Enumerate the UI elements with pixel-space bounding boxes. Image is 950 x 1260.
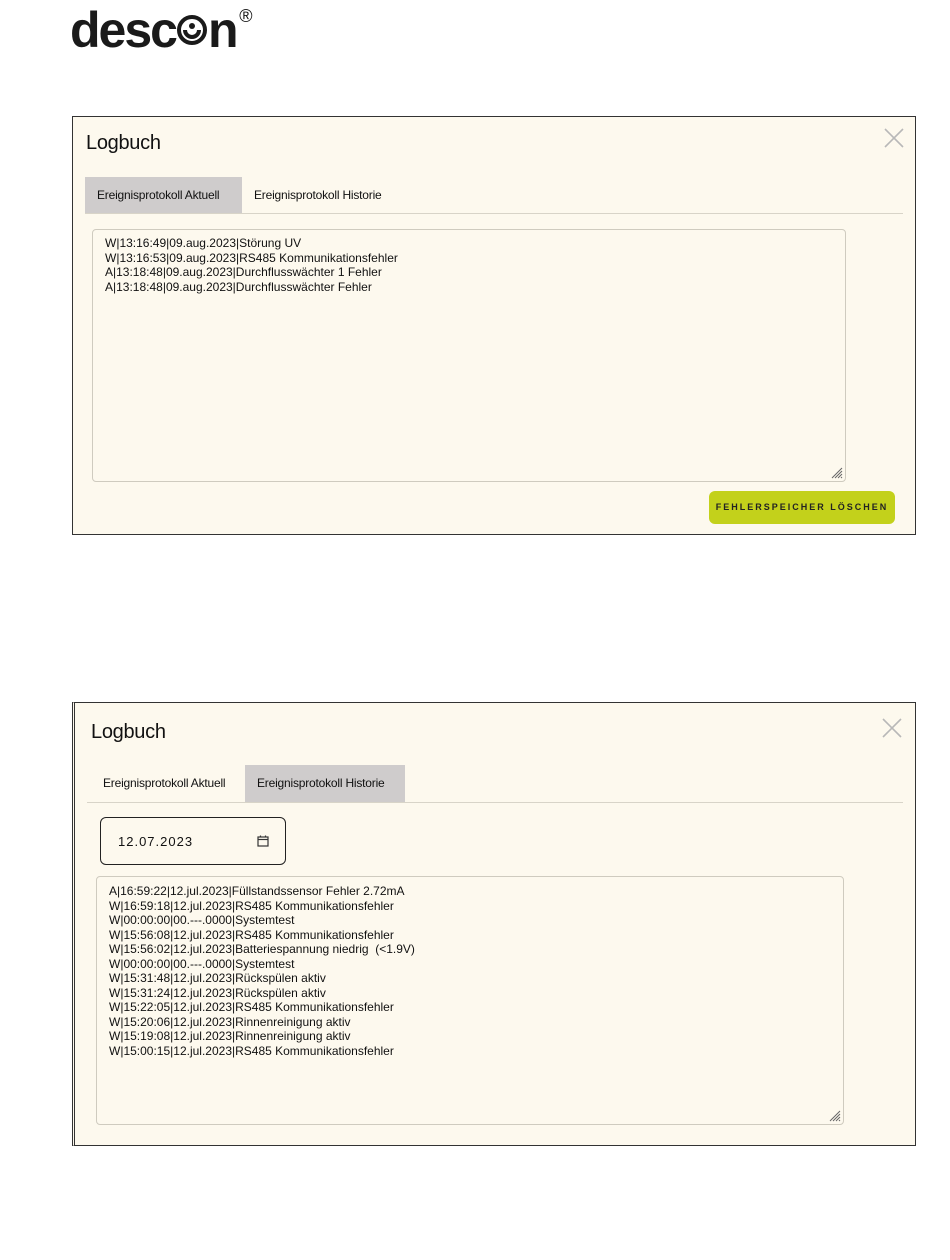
log-line: W|00:00:00|00.---.0000|Systemtest [109, 956, 295, 971]
date-picker-input[interactable]: 12.07.2023 [100, 817, 286, 865]
log-line: W|16:59:18|12.jul.2023|RS485 Kommunikati… [109, 898, 394, 913]
close-icon[interactable] [883, 127, 905, 149]
descon-logo: desc n ® [70, 2, 253, 58]
tab-history-log[interactable]: Ereignisprotokoll Historie [242, 177, 402, 213]
log-line: W|15:31:24|12.jul.2023|Rückspülen aktiv [109, 985, 326, 1000]
tab-bar: Ereignisprotokoll Aktuell Ereignisprotok… [87, 765, 903, 803]
log-line: A|13:18:48|09.aug.2023|Durchflusswächter… [105, 279, 372, 294]
log-line: W|15:19:08|12.jul.2023|Rinnenreinigung a… [109, 1029, 351, 1043]
logbook-dialog-current: Logbuch Ereignisprotokoll Aktuell Ereign… [72, 116, 916, 535]
dialog-title: Logbuch [91, 721, 166, 743]
dialog-title: Logbuch [86, 132, 161, 154]
logo-o-symbol [176, 14, 207, 45]
log-textarea[interactable]: A|16:59:22|12.jul.2023|Füllstandssensor … [96, 876, 844, 1125]
log-line: A|13:18:48|09.aug.2023|Durchflusswächter… [105, 265, 382, 279]
log-textarea[interactable]: W|13:16:49|09.aug.2023|Störung UV W|13:1… [92, 229, 846, 482]
registered-mark: ® [239, 6, 253, 26]
tab-bar: Ereignisprotokoll Aktuell Ereignisprotok… [85, 177, 903, 214]
log-line: W|15:56:02|12.jul.2023|Batteriespannung … [109, 942, 415, 956]
resize-handle-icon[interactable] [827, 1108, 841, 1122]
date-value: 12.07.2023 [118, 834, 194, 849]
logo-wordmark: desc n [70, 2, 238, 58]
tab-history-log[interactable]: Ereignisprotokoll Historie [245, 765, 405, 802]
tab-current-log[interactable]: Ereignisprotokoll Aktuell [91, 765, 245, 802]
log-line: W|15:31:48|12.jul.2023|Rückspülen aktiv [109, 971, 326, 985]
log-line: W|13:16:53|09.aug.2023|RS485 Kommunikati… [105, 250, 398, 265]
log-line: W|00:00:00|00.---.0000|Systemtest [109, 913, 295, 927]
clear-error-memory-button[interactable]: FEHLERSPEICHER LÖSCHEN [709, 491, 895, 524]
log-line: W|15:00:15|12.jul.2023|RS485 Kommunikati… [109, 1043, 394, 1058]
logbook-dialog-history: Logbuch Ereignisprotokoll Aktuell Ereign… [72, 702, 916, 1146]
close-icon[interactable] [881, 717, 903, 739]
calendar-icon[interactable] [257, 835, 269, 847]
log-line: W|15:20:06|12.jul.2023|Rinnenreinigung a… [109, 1014, 351, 1029]
log-line: W|15:56:08|12.jul.2023|RS485 Kommunikati… [109, 927, 394, 942]
log-line: A|16:59:22|12.jul.2023|Füllstandssensor … [109, 884, 405, 898]
resize-handle-icon[interactable] [829, 465, 843, 479]
tab-current-log[interactable]: Ereignisprotokoll Aktuell [85, 177, 242, 213]
log-line: W|15:22:05|12.jul.2023|RS485 Kommunikati… [109, 1000, 394, 1014]
log-line: W|13:16:49|09.aug.2023|Störung UV [105, 236, 302, 250]
